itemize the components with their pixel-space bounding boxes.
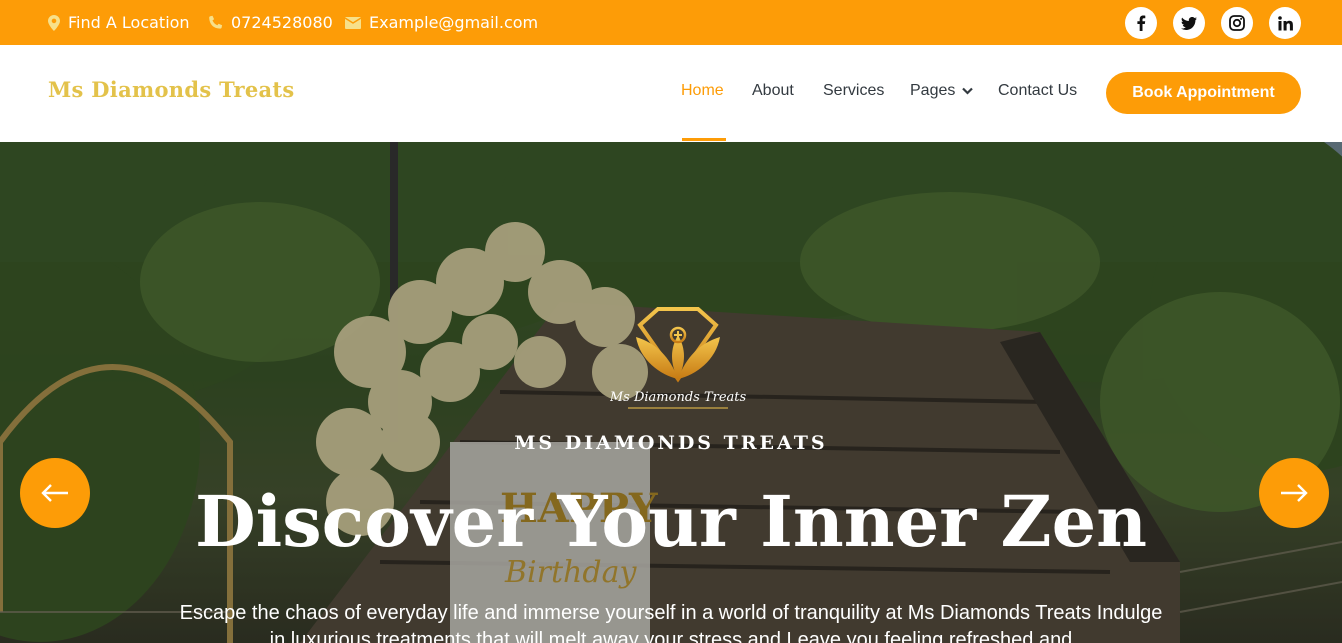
book-appointment-button[interactable]: Book Appointment xyxy=(1106,72,1301,114)
phone-icon xyxy=(209,15,223,29)
carousel-prev-button[interactable] xyxy=(20,458,90,528)
instagram-icon xyxy=(1229,15,1245,31)
instagram-button[interactable] xyxy=(1221,7,1253,39)
nav-pages-dropdown[interactable]: Pages xyxy=(910,82,974,100)
nav-services[interactable]: Services xyxy=(823,82,884,100)
brand-logo-text[interactable]: Ms Diamonds Treats xyxy=(48,77,295,102)
hero-kicker: MS DIAMONDS TREATS xyxy=(514,432,828,454)
hero-carousel: HAPPY Birthday Ms Diamonds Treats MS DIA… xyxy=(0,142,1342,643)
phone-number: 0724528080 xyxy=(231,13,333,32)
hero-title: Discover Your Inner Zen xyxy=(194,480,1148,563)
email-link[interactable]: Example@gmail.com xyxy=(345,0,538,45)
phone-link[interactable]: 0724528080 xyxy=(207,0,333,45)
twitter-button[interactable] xyxy=(1173,7,1205,39)
facebook-button[interactable] xyxy=(1125,7,1157,39)
top-bar: Find A Location 0724528080 Example@gmail… xyxy=(0,0,1342,45)
arrow-right-icon xyxy=(1281,484,1308,502)
active-nav-indicator xyxy=(682,138,726,141)
email-address: Example@gmail.com xyxy=(369,13,539,32)
location-label: Find A Location xyxy=(68,13,190,32)
facebook-icon xyxy=(1137,15,1146,31)
main-navbar: Ms Diamonds Treats Home About Services P… xyxy=(0,45,1342,142)
logo-wordmark: Ms Diamonds Treats xyxy=(610,390,746,405)
find-location-link[interactable]: Find A Location xyxy=(48,0,190,45)
carousel-next-button[interactable] xyxy=(1259,458,1329,528)
map-pin-icon xyxy=(48,14,60,31)
linkedin-button[interactable] xyxy=(1269,7,1301,39)
twitter-icon xyxy=(1181,16,1197,30)
linkedin-icon xyxy=(1277,15,1293,30)
nav-home[interactable]: Home xyxy=(681,82,724,100)
nav-contact-us[interactable]: Contact Us xyxy=(998,82,1077,100)
arrow-left-icon xyxy=(41,484,68,502)
envelope-icon xyxy=(345,16,361,29)
chevron-down-icon xyxy=(962,87,974,95)
nav-pages-label: Pages xyxy=(910,82,956,99)
nav-about[interactable]: About xyxy=(752,82,794,100)
ms-diamonds-treats-logo: Ms Diamonds Treats xyxy=(610,307,746,409)
hero-description: Escape the chaos of everyday life and im… xyxy=(179,602,1163,643)
